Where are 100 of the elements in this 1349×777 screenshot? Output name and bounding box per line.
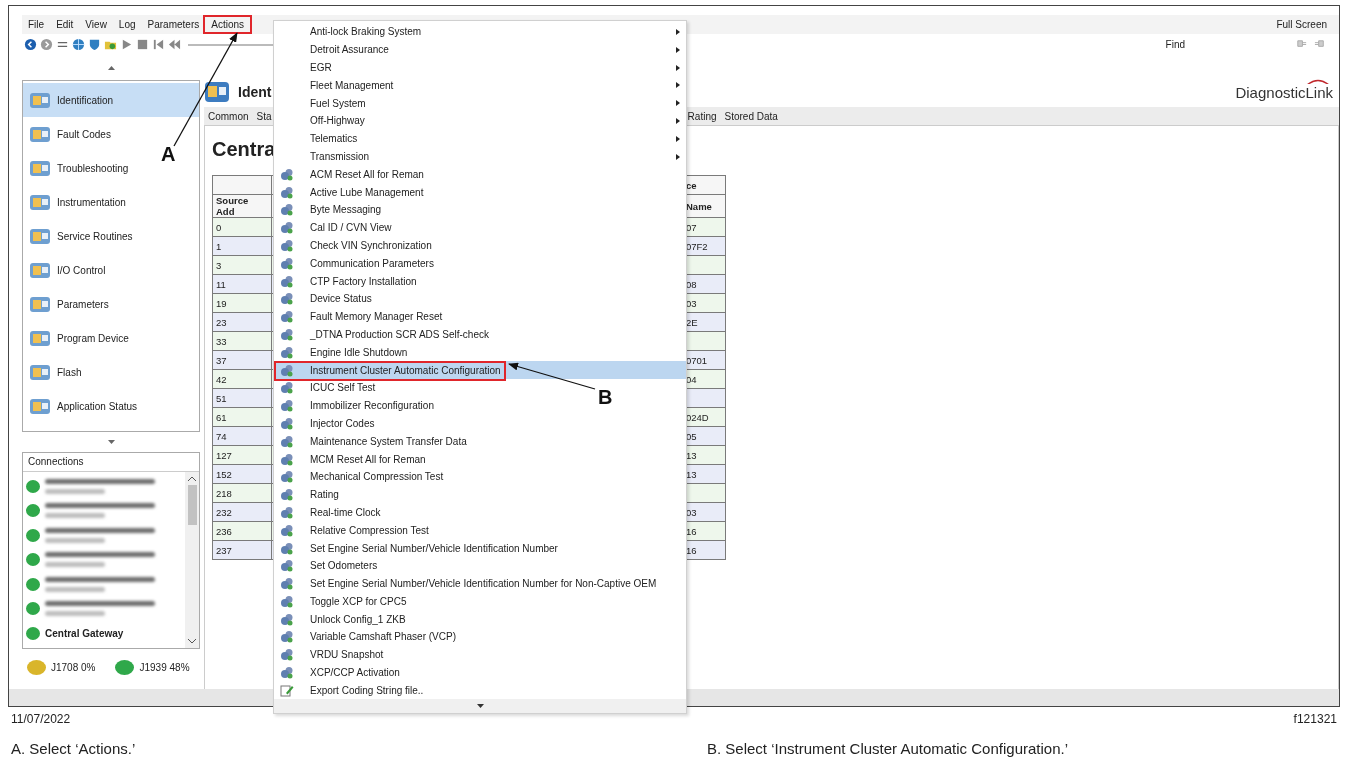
module-icon: [29, 158, 51, 178]
menu-item[interactable]: EGR: [274, 58, 686, 77]
submenu-arrow-icon: [676, 100, 680, 107]
nav-item[interactable]: Application Status: [23, 389, 144, 423]
nav-item[interactable]: Program Device: [23, 321, 135, 355]
menu-item[interactable]: Telematics: [274, 129, 686, 148]
menu-item[interactable]: Detroit Assurance: [274, 40, 686, 59]
submenu-arrow-icon: [676, 29, 680, 35]
nav-item[interactable]: Flash: [23, 355, 88, 389]
menu-item[interactable]: Engine Idle Shutdown: [274, 343, 416, 362]
globe-icon: [72, 38, 85, 51]
menu-item[interactable]: Toggle XCP for CPC5: [274, 592, 415, 611]
module-icon: [29, 124, 51, 144]
back-icon: [24, 38, 37, 51]
menu-bar-item[interactable]: Edit: [50, 17, 80, 32]
submenu-arrow-icon: [676, 153, 680, 160]
tab[interactable]: Sta: [252, 108, 276, 124]
full-screen-button[interactable]: Full Screen: [1276, 19, 1327, 30]
nav-item[interactable]: Identification: [23, 83, 199, 117]
menu-item[interactable]: Variable Camshaft Phaser (VCP): [274, 628, 464, 646]
module-icon: [29, 294, 51, 314]
gears-icon: [280, 310, 294, 324]
figure-caption: A. Select ‘Actions.’: [11, 740, 137, 757]
gears-icon: [280, 452, 294, 466]
menu-item[interactable]: Fuel System: [274, 94, 686, 112]
nav-item[interactable]: I/O Control: [23, 253, 112, 287]
gears-icon: [280, 381, 294, 395]
menu-bar-item[interactable]: File: [22, 17, 51, 32]
menu-item[interactable]: VRDU Snapshot: [274, 645, 392, 664]
gears-icon: [280, 363, 294, 377]
submenu-arrow-icon: [676, 46, 680, 53]
gears-icon: [280, 559, 294, 573]
tab[interactable]: Rating: [683, 108, 721, 124]
menu-item[interactable]: Unlock Config_1 ZKB: [274, 610, 414, 629]
menu-item[interactable]: ACM Reset All for Reman: [274, 165, 432, 184]
gears-icon: [280, 523, 294, 537]
gears-icon: [280, 416, 294, 430]
find-label: Find: [1165, 39, 1185, 50]
gears-icon: [280, 577, 294, 591]
menu-item[interactable]: MCM Reset All for Reman: [274, 450, 434, 468]
menu-item[interactable]: Rating: [274, 485, 347, 504]
gears-icon: [280, 488, 294, 502]
gears-icon: [280, 203, 294, 217]
logo-text: DiagnosticLink: [1235, 84, 1333, 100]
submenu-arrow-icon: [676, 82, 680, 89]
submenu-arrow-icon: [676, 118, 680, 124]
module-icon: [29, 192, 51, 212]
blurred-text: [45, 537, 105, 543]
scrollbar[interactable]: [185, 472, 199, 648]
menu-item[interactable]: Immobilizer Reconfiguration: [274, 396, 442, 415]
menu-bar-item[interactable]: Parameters: [141, 17, 206, 32]
date-label: 11/07/2022: [11, 712, 71, 726]
nav-item[interactable]: Instrumentation: [23, 185, 132, 219]
scroll-up-icon: [188, 476, 196, 481]
nav-item[interactable]: Fault Codes: [23, 117, 117, 151]
gears-icon: [280, 541, 294, 555]
menu-item[interactable]: Injector Codes: [274, 414, 383, 433]
module-icon: [29, 396, 51, 416]
menu-item[interactable]: Off-Highway: [274, 112, 686, 130]
menu-item[interactable]: Device Status: [274, 289, 380, 308]
blurred-text: [45, 611, 105, 617]
connection-name[interactable]: Central Gateway: [45, 627, 124, 639]
menu-item[interactable]: Export Coding String file..: [274, 681, 432, 700]
callout-label: B: [598, 386, 613, 409]
gears-icon: [280, 345, 294, 359]
stop-icon: [136, 38, 149, 51]
menu-item[interactable]: ICUC Self Test: [274, 378, 384, 397]
gears-icon: [280, 274, 294, 288]
module-icon: [29, 90, 51, 110]
menu-item[interactable]: Fault Memory Manager Reset: [274, 307, 451, 326]
bus-status-label: J1708 0%: [51, 661, 96, 673]
menu-bar-item[interactable]: View: [79, 17, 113, 32]
menu-item[interactable]: Instrument Cluster Automatic Configuration: [274, 361, 686, 379]
figure-caption: B. Select ‘Instrument Cluster Automatic Configuration.’: [707, 740, 1068, 757]
blurred-text: [45, 562, 105, 568]
menu-item[interactable]: _DTNA Production SCR ADS Self-check: [274, 325, 497, 344]
nav-item[interactable]: Service Routines: [23, 219, 139, 253]
nav-item[interactable]: Troubleshooting: [23, 151, 135, 185]
nav-item[interactable]: Parameters: [23, 287, 115, 321]
gears-icon: [280, 648, 294, 662]
menu-bar-item[interactable]: Actions: [205, 17, 251, 32]
scroll-down-icon: [188, 639, 196, 644]
gears-icon: [280, 505, 294, 519]
menu-item[interactable]: Fleet Management: [274, 76, 686, 95]
tab[interactable]: Common: [204, 108, 253, 124]
menu-item[interactable]: Set Engine Serial Number/Vehicle Identification Number for Non-Captive OEM: [274, 574, 665, 593]
menu-item[interactable]: Active Lube Management: [274, 183, 432, 201]
menu-bar-item[interactable]: Log: [112, 17, 142, 32]
module-icon: [29, 328, 51, 348]
menu-item[interactable]: Set Odometers: [274, 556, 386, 575]
scroll-thumb[interactable]: [187, 485, 197, 525]
scroll-down-icon: [476, 704, 484, 709]
tab[interactable]: Stored Data: [720, 108, 782, 124]
menu-item[interactable]: Anti-lock Braking System: [274, 23, 686, 41]
menu-item[interactable]: Maintenance System Transfer Data: [274, 432, 475, 451]
gears-icon: [280, 238, 294, 252]
menu-item[interactable]: XCP/CCP Activation: [274, 663, 408, 682]
gears-icon: [280, 292, 294, 306]
module-icon: [204, 80, 230, 104]
menu-item[interactable]: Transmission: [274, 147, 686, 166]
